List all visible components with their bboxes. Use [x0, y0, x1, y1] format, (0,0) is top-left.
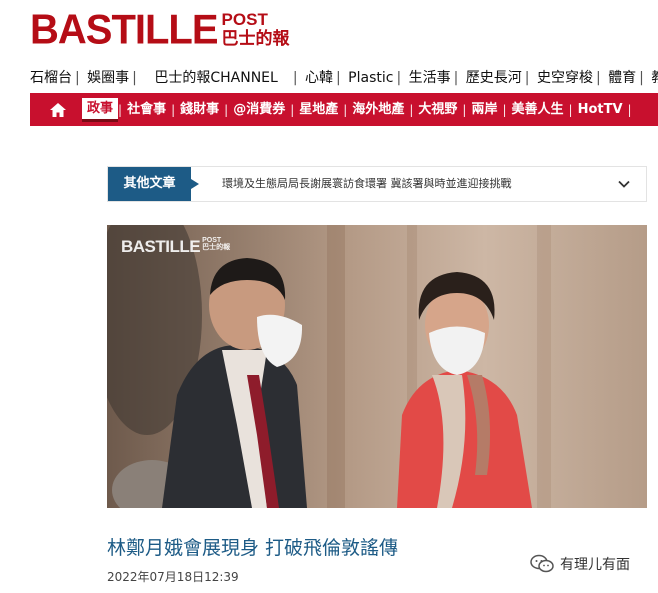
- other-articles-bar[interactable]: 其他文章 環境及生態局局長謝展寰訪食環署 冀該署與時並進迎接挑戰: [107, 166, 647, 202]
- topnav-item[interactable]: 娛圈事: [87, 68, 129, 88]
- photo-watermark: BASTILLE POST 巴士的報: [121, 237, 231, 256]
- topnav-item[interactable]: 歷史長河: [466, 68, 522, 88]
- article-title: 林鄭月娥會展現身 打破飛倫敦謠傳: [107, 537, 399, 559]
- nav-separator: |: [292, 70, 298, 86]
- nav-separator: |: [627, 102, 632, 117]
- topnav-item[interactable]: 巴士的報CHANNEL: [154, 68, 277, 88]
- nav-separator: |: [75, 70, 80, 86]
- section-tab[interactable]: 星地產: [294, 99, 343, 121]
- topnav-item[interactable]: 生活事: [409, 68, 451, 88]
- wechat-brand: 有理儿有面: [530, 554, 630, 574]
- section-navigation: 政事 | 社會事 | 錢財事 | @消費券 | 星地產 | 海外地產 | 大視野…: [30, 93, 658, 126]
- nav-separator: |: [409, 102, 414, 117]
- logo-wordmark: BASTILLE: [30, 6, 219, 54]
- section-tab[interactable]: 美善人生: [507, 99, 569, 121]
- nav-separator: |: [524, 70, 530, 86]
- topnav-item[interactable]: 教: [651, 68, 658, 88]
- nav-separator: |: [132, 70, 137, 86]
- section-tab[interactable]: @消費券: [228, 99, 290, 121]
- nav-separator: |: [453, 70, 459, 86]
- photo-illustration: [107, 225, 647, 508]
- nav-separator: |: [502, 102, 507, 117]
- nav-separator: |: [171, 102, 176, 117]
- nav-separator: |: [568, 102, 573, 117]
- article-photo: BASTILLE POST 巴士的報: [107, 225, 647, 508]
- logo-post: POST: [221, 10, 268, 29]
- top-navigation: 石榴台 | 娛圈事 | 巴士的報CHANNEL | 心韓 | Plastic | 生活事 |…: [30, 68, 658, 88]
- nav-separator: |: [336, 70, 341, 86]
- article-date: 2022年07月18日12:39: [107, 570, 239, 584]
- nav-separator: |: [639, 70, 644, 86]
- section-tab[interactable]: 兩岸: [466, 99, 502, 121]
- other-articles-label: 其他文章: [108, 167, 199, 201]
- brand-text: 有理儿有面: [560, 557, 630, 573]
- nav-separator: |: [462, 102, 467, 117]
- section-tab[interactable]: 大視野: [413, 99, 462, 121]
- topnav-item[interactable]: 史空穿梭: [537, 68, 593, 88]
- home-button[interactable]: [38, 97, 78, 122]
- nav-separator: |: [118, 102, 123, 117]
- section-tab[interactable]: 海外地產: [347, 99, 409, 121]
- section-tab[interactable]: 錢財事: [175, 99, 224, 121]
- topnav-item[interactable]: 石榴台: [30, 68, 72, 88]
- topnav-item[interactable]: 體育: [608, 68, 636, 88]
- nav-separator: |: [396, 70, 402, 86]
- nav-separator: |: [224, 102, 229, 117]
- logo-chinese: 巴士的報: [221, 29, 290, 48]
- chevron-down-icon[interactable]: [616, 176, 632, 192]
- other-article-link[interactable]: 環境及生態局局長謝展寰訪食環署 冀該署與時並進迎接挑戰: [222, 167, 512, 201]
- wechat-icon: [530, 554, 554, 573]
- topnav-item[interactable]: 心韓: [305, 68, 333, 88]
- home-icon: [50, 102, 66, 117]
- section-tab[interactable]: 社會事: [122, 99, 171, 121]
- nav-separator: |: [343, 102, 348, 117]
- topnav-item[interactable]: Plastic: [348, 68, 393, 88]
- section-tab-politics[interactable]: 政事: [82, 97, 119, 122]
- nav-separator: |: [595, 70, 601, 86]
- site-logo[interactable]: BASTILLE POST 巴士的報: [30, 6, 290, 54]
- section-tab[interactable]: HotTV: [573, 99, 628, 121]
- nav-separator: |: [290, 102, 295, 117]
